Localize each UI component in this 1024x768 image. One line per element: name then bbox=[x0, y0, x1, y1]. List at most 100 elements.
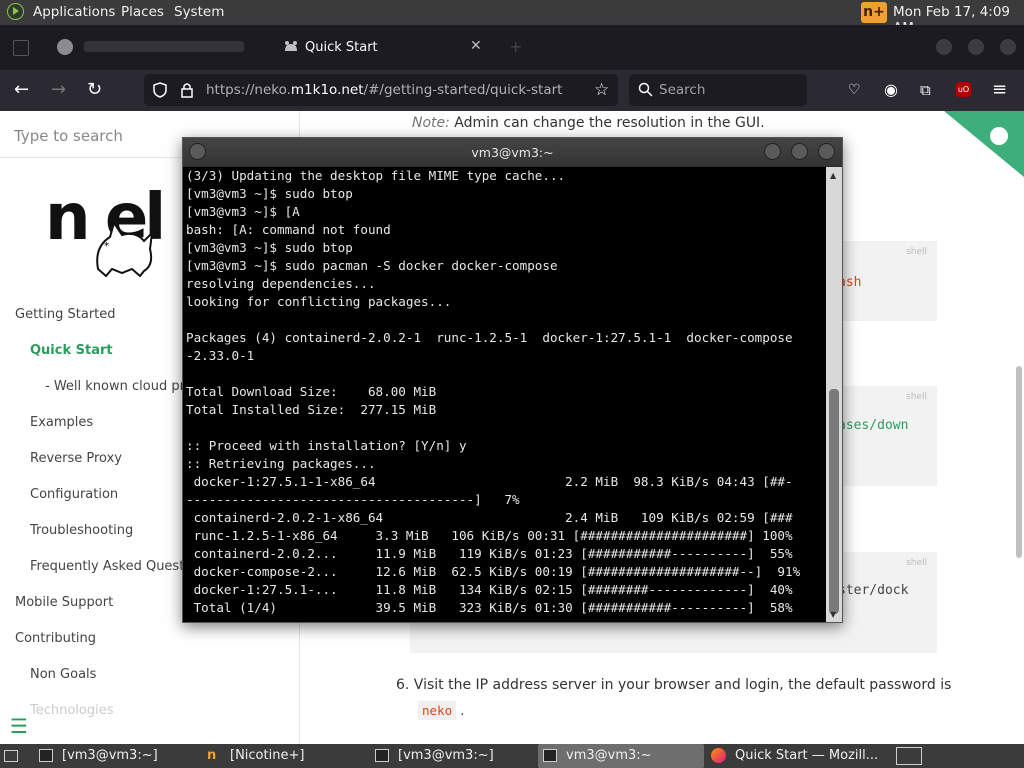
scrollbar-thumb[interactable] bbox=[829, 389, 839, 614]
close-icon[interactable] bbox=[818, 143, 835, 160]
sidebar-item-configuration[interactable]: Configuration bbox=[30, 487, 118, 502]
taskbar-item-label: [vm3@vm3:~] bbox=[398, 748, 494, 763]
url-bar[interactable]: https://neko.m1k1o.net/#/getting-started… bbox=[144, 74, 618, 106]
step-6-end: . bbox=[456, 704, 465, 719]
inactive-tab[interactable] bbox=[84, 41, 244, 52]
taskbar-item-firefox[interactable]: Quick Start — Mozill... bbox=[706, 744, 886, 768]
minimize-icon[interactable] bbox=[764, 143, 781, 160]
terminal-line: containerd-2.0.2-1-x86_64 2.4 MiB 109 Ki… bbox=[186, 510, 793, 525]
terminal-line: [vm3@vm3 ~]$ sudo btop bbox=[186, 186, 353, 201]
terminal-icon bbox=[39, 749, 53, 762]
terminal-line: [vm3@vm3 ~]$ sudo btop bbox=[186, 240, 353, 255]
back-icon[interactable]: ← bbox=[14, 81, 29, 99]
nicotine-tray-icon[interactable]: n+ bbox=[861, 2, 887, 23]
sidebar-item-cloud-providers[interactable]: - Well known cloud prov bbox=[45, 379, 200, 394]
scroll-up-icon[interactable]: ▲ bbox=[830, 171, 836, 180]
terminal-output[interactable]: (3/3) Updating the desktop file MIME typ… bbox=[183, 167, 826, 622]
sidebar-item-non-goals[interactable]: Non Goals bbox=[30, 667, 96, 682]
show-desktop-icon[interactable] bbox=[4, 750, 18, 762]
bookmark-star-icon[interactable]: ☆ bbox=[594, 80, 609, 100]
terminal-icon bbox=[375, 749, 389, 762]
sidebar-item-reverse-proxy[interactable]: Reverse Proxy bbox=[30, 451, 122, 466]
ublock-icon[interactable]: uO bbox=[956, 82, 971, 97]
extensions-icon[interactable]: ⧉ bbox=[920, 81, 931, 99]
page-scrollbar[interactable] bbox=[1016, 366, 1022, 558]
nicotine-icon: n bbox=[207, 748, 217, 763]
github-tab-icon[interactable] bbox=[57, 39, 73, 55]
terminal-line: Total (1/4) 39.5 MiB 323 KiB/s 01:30 [##… bbox=[186, 600, 793, 615]
sidebar-item-troubleshooting[interactable]: Troubleshooting bbox=[30, 523, 133, 538]
forward-icon[interactable]: → bbox=[51, 81, 66, 99]
url-path: /#/getting-started/quick-start bbox=[363, 82, 563, 98]
terminal-line: Packages (4) containerd-2.0.2-1 runc-1.2… bbox=[186, 330, 793, 345]
neko-cat-logo-icon: * bbox=[96, 220, 154, 277]
search-icon bbox=[638, 82, 653, 97]
tab-list-icon[interactable] bbox=[13, 40, 29, 56]
terminal-line: (3/3) Updating the desktop file MIME typ… bbox=[186, 168, 566, 183]
applications-menu[interactable]: Applications bbox=[33, 4, 115, 20]
terminal-titlebar[interactable]: vm3@vm3:~ bbox=[183, 138, 842, 166]
shield-icon[interactable] bbox=[152, 82, 168, 98]
taskbar-item-nicotine[interactable]: n [Nicotine+] bbox=[202, 744, 368, 768]
top-panel: Applications Places System n+ Mon Feb 17… bbox=[0, 0, 1024, 36]
svg-text:*: * bbox=[104, 241, 109, 252]
terminal-title: vm3@vm3:~ bbox=[471, 145, 554, 160]
lock-icon[interactable] bbox=[180, 82, 194, 98]
menu-icon[interactable]: ≡ bbox=[992, 81, 1007, 99]
terminal-line: bash: [A: command not found bbox=[186, 222, 391, 237]
tab-bar: Quick Start ✕ + bbox=[0, 25, 1024, 70]
code-text: ster/dock bbox=[838, 583, 909, 598]
taskbar-item-terminal-active[interactable]: vm3@vm3:~ bbox=[538, 744, 704, 768]
terminal-window[interactable]: vm3@vm3:~ (3/3) Updating the desktop fil… bbox=[182, 137, 843, 623]
maximize-icon[interactable] bbox=[791, 143, 808, 160]
taskbar-item-terminal[interactable]: [vm3@vm3:~] bbox=[370, 744, 536, 768]
url-prefix: https://neko. bbox=[206, 82, 291, 98]
maximize-icon[interactable] bbox=[968, 39, 984, 55]
step-6-text: 6. Visit the IP address server in your b… bbox=[396, 677, 952, 693]
note-text: Note: Admin can change the resolution in… bbox=[412, 115, 765, 131]
code-lang-label: shell bbox=[906, 392, 927, 402]
sidebar-item-getting-started[interactable]: Getting Started bbox=[15, 307, 116, 322]
sidebar-item-contributing[interactable]: Contributing bbox=[15, 631, 96, 646]
places-menu[interactable]: Places bbox=[121, 4, 164, 20]
neko-favicon-icon bbox=[285, 41, 297, 51]
sidebar-toggle-icon[interactable]: ☰ bbox=[10, 714, 28, 738]
terminal-line: :: Proceed with installation? [Y/n] y bbox=[186, 438, 467, 453]
sidebar-item-faq[interactable]: Frequently Asked Questio bbox=[30, 559, 196, 574]
workspace-switcher[interactable] bbox=[896, 747, 922, 765]
github-corner-icon[interactable] bbox=[944, 111, 1024, 177]
code-lang-label: shell bbox=[906, 558, 927, 568]
sidebar-item-technologies[interactable]: Technologies bbox=[30, 703, 114, 718]
tab-quick-start[interactable]: Quick Start bbox=[305, 40, 378, 55]
scroll-down-icon[interactable]: ▼ bbox=[830, 610, 836, 619]
close-window-icon[interactable] bbox=[1000, 39, 1016, 55]
pocket-icon[interactable]: ♡ bbox=[848, 81, 861, 99]
terminal-line: runc-1.2.5-1-x86_64 3.3 MiB 106 KiB/s 00… bbox=[186, 528, 793, 543]
taskbar-item-terminal[interactable]: [vm3@vm3:~] bbox=[34, 744, 202, 768]
reload-icon[interactable]: ↻ bbox=[87, 81, 102, 99]
applications-icon[interactable] bbox=[7, 3, 24, 20]
terminal-scrollbar[interactable]: ▲ ▼ bbox=[826, 167, 842, 622]
taskbar-item-label: Quick Start — Mozill... bbox=[735, 748, 879, 763]
account-icon[interactable]: ◉ bbox=[884, 81, 898, 99]
minimize-icon[interactable] bbox=[936, 39, 952, 55]
sidebar-search-input[interactable]: Type to search bbox=[14, 127, 123, 145]
terminal-line: docker-compose-2... 12.6 MiB 62.5 KiB/s … bbox=[186, 564, 801, 579]
sidebar-item-mobile-support[interactable]: Mobile Support bbox=[15, 595, 113, 610]
taskbar-item-label: vm3@vm3:~ bbox=[566, 748, 652, 763]
note-label: Note: bbox=[412, 115, 450, 131]
taskbar: [vm3@vm3:~] n [Nicotine+] [vm3@vm3:~] vm… bbox=[0, 744, 1024, 768]
taskbar-item-label: [Nicotine+] bbox=[230, 748, 305, 763]
sidebar-item-examples[interactable]: Examples bbox=[30, 415, 93, 430]
close-tab-icon[interactable]: ✕ bbox=[470, 38, 482, 54]
url-text[interactable]: https://neko.m1k1o.net/#/getting-started… bbox=[206, 82, 562, 98]
new-tab-icon[interactable]: + bbox=[509, 37, 522, 56]
terminal-line: [vm3@vm3 ~]$ sudo pacman -S docker docke… bbox=[186, 258, 558, 273]
search-bar[interactable]: Search bbox=[629, 74, 807, 106]
terminal-line: containerd-2.0.2... 11.9 MiB 119 KiB/s 0… bbox=[186, 546, 793, 561]
note-body: Admin can change the resolution in the G… bbox=[449, 115, 765, 131]
taskbar-item-label: [vm3@vm3:~] bbox=[62, 748, 158, 763]
system-menu[interactable]: System bbox=[174, 4, 224, 20]
sidebar-item-quick-start[interactable]: Quick Start bbox=[30, 343, 113, 358]
